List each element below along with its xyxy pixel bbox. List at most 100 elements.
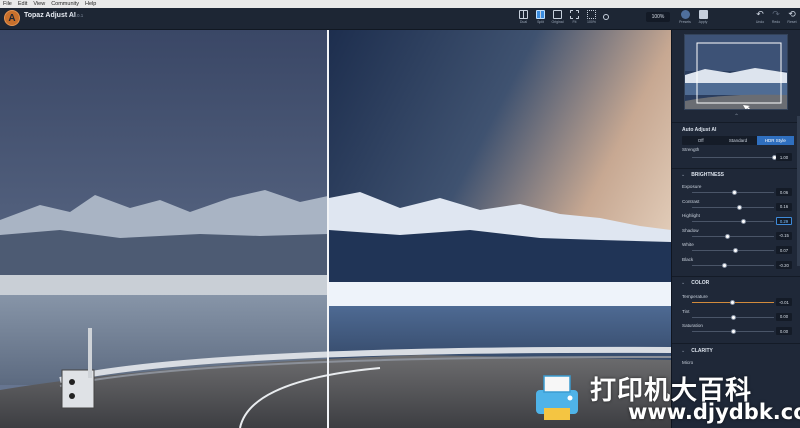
brightness-white-value[interactable]: 0.07 <box>776 246 792 255</box>
view-dual-button[interactable]: Dual <box>516 9 531 28</box>
color-section-header[interactable]: ⌄ COLOR <box>672 280 800 286</box>
view-split-label: Split <box>537 20 544 24</box>
divider <box>672 122 800 123</box>
mode-hdr-style-button[interactable]: HDR Style <box>756 136 794 145</box>
chevron-down-icon: ⌄ <box>681 280 686 286</box>
redo-button[interactable]: ↷ Redo <box>768 9 784 28</box>
brightness-white-slider-knob[interactable] <box>732 248 738 254</box>
reset-button[interactable]: ⟲ Reset <box>784 9 800 28</box>
printer-logo-icon <box>536 375 578 420</box>
app-version: v1.0.1 <box>71 13 84 18</box>
undo-label: Undo <box>755 20 765 24</box>
brightness-section-header[interactable]: ⌄ BRIGHTNESS <box>672 172 800 178</box>
menu-file[interactable]: File <box>3 1 12 7</box>
color-tint-slider[interactable] <box>692 314 774 320</box>
color-tint-slider-knob[interactable] <box>730 314 736 320</box>
brightness-shadow-value[interactable]: -0.15 <box>776 231 792 240</box>
color-title: COLOR <box>691 280 710 286</box>
brightness-black-slider[interactable] <box>692 263 774 268</box>
view-mode-group: Dual Split Original Fit 100% <box>516 9 599 28</box>
color-temperature-slider-knob[interactable] <box>729 300 735 305</box>
menu-bar: File Edit View Community Help <box>0 0 800 8</box>
presets-button[interactable]: Presets <box>677 9 693 28</box>
fit-icon <box>570 10 579 19</box>
menu-help[interactable]: Help <box>85 1 96 7</box>
color-saturation-value[interactable]: 0.00 <box>776 327 792 336</box>
brightness-exposure-slider[interactable] <box>692 190 774 195</box>
collapse-navigator-icon[interactable]: ⌃ <box>734 113 739 120</box>
view-fit-button[interactable]: Fit <box>567 9 582 28</box>
brightness-shadow-slider-knob[interactable] <box>724 233 730 239</box>
menu-community[interactable]: Community <box>51 1 79 7</box>
strength-label: Strength <box>682 147 700 152</box>
strength-slider[interactable] <box>692 155 777 160</box>
chevron-down-icon: ⌄ <box>681 348 686 354</box>
brightness-black-label: Black <box>682 257 694 262</box>
reset-label: Reset <box>787 20 797 24</box>
brightness-white-label: White <box>682 242 694 248</box>
brightness-shadow-label: Shadow <box>682 227 699 233</box>
divider <box>672 276 800 277</box>
divider <box>672 168 800 169</box>
original-view-icon <box>553 10 562 19</box>
clarity-section-header[interactable]: ⌄ CLARITY <box>672 348 800 354</box>
brightness-exposure-slider-knob[interactable] <box>732 190 738 195</box>
view-original-label: Original <box>551 20 564 24</box>
zoom-level[interactable]: 100% <box>646 12 670 22</box>
divider <box>672 343 800 344</box>
auto-adjust-title: Auto Adjust AI <box>682 127 717 133</box>
color-saturation-label: Saturation <box>682 323 703 329</box>
brightness-exposure-label: Exposure <box>682 184 702 189</box>
view-100-button[interactable]: 100% <box>584 9 599 28</box>
color-tint-label: Tint <box>682 308 690 314</box>
color-saturation-slider-knob[interactable] <box>730 329 736 335</box>
micro-label: Micro <box>682 360 694 365</box>
brightness-contrast-value[interactable]: 0.16 <box>776 202 792 211</box>
app-logo-icon: A <box>4 10 20 26</box>
undo-button[interactable]: ↶ Undo <box>752 9 768 28</box>
view-100-label: 100% <box>587 20 596 24</box>
brightness-highlight-value[interactable]: 0.29 <box>776 217 792 226</box>
brightness-white-slider[interactable] <box>692 248 774 254</box>
clarity-title: CLARITY <box>691 348 713 354</box>
apply-button[interactable]: Apply <box>695 9 711 28</box>
navigator-toggle-icon[interactable] <box>603 14 609 20</box>
color-tint-value[interactable]: 0.00 <box>776 312 792 321</box>
presets-label: Presets <box>679 20 691 24</box>
toolbar: A Topaz Adjust AI v1.0.1 Dual Split Orig… <box>0 8 800 30</box>
reset-icon: ⟲ <box>788 9 796 19</box>
split-view-icon <box>536 10 545 19</box>
color-temperature-slider[interactable] <box>692 300 774 305</box>
navigator-thumbnail[interactable] <box>684 34 788 110</box>
view-fit-label: Fit <box>572 20 577 24</box>
redo-label: Redo <box>771 20 781 24</box>
color-saturation-slider[interactable] <box>692 329 774 335</box>
brightness-title: BRIGHTNESS <box>691 172 724 178</box>
brightness-highlight-slider-knob[interactable] <box>741 219 747 225</box>
view-split-button[interactable]: Split <box>533 9 548 28</box>
undo-icon: ↶ <box>756 9 764 19</box>
brightness-exposure-value[interactable]: 0.06 <box>776 188 792 196</box>
brightness-black-value[interactable]: -0.20 <box>776 261 792 269</box>
strength-value[interactable]: 1.00 <box>776 153 792 161</box>
menu-view[interactable]: View <box>33 1 45 7</box>
presets-icon <box>680 10 690 19</box>
dual-view-icon <box>519 10 528 19</box>
brightness-highlight-slider[interactable] <box>692 219 774 225</box>
navigator-preview-image <box>685 35 787 109</box>
watermark-url: www.djydbk.com <box>628 400 800 424</box>
view-dual-label: Dual <box>519 20 528 24</box>
mode-off-button[interactable]: Off <box>682 136 719 145</box>
mode-standard-button[interactable]: Standard <box>719 136 756 145</box>
menu-edit[interactable]: Edit <box>18 1 27 7</box>
watermark: 打印机大百科 www.djydbk.com <box>528 366 800 428</box>
brightness-shadow-slider[interactable] <box>692 233 774 239</box>
color-temperature-value[interactable]: -0.01 <box>776 298 792 306</box>
view-original-button[interactable]: Original <box>550 9 565 28</box>
apply-icon <box>698 10 708 19</box>
actual-size-icon <box>587 10 596 19</box>
brightness-black-slider-knob[interactable] <box>722 263 728 268</box>
brightness-contrast-slider-knob[interactable] <box>737 204 743 210</box>
brightness-contrast-slider[interactable] <box>692 204 774 210</box>
app-title: Topaz Adjust AI <box>24 12 76 19</box>
